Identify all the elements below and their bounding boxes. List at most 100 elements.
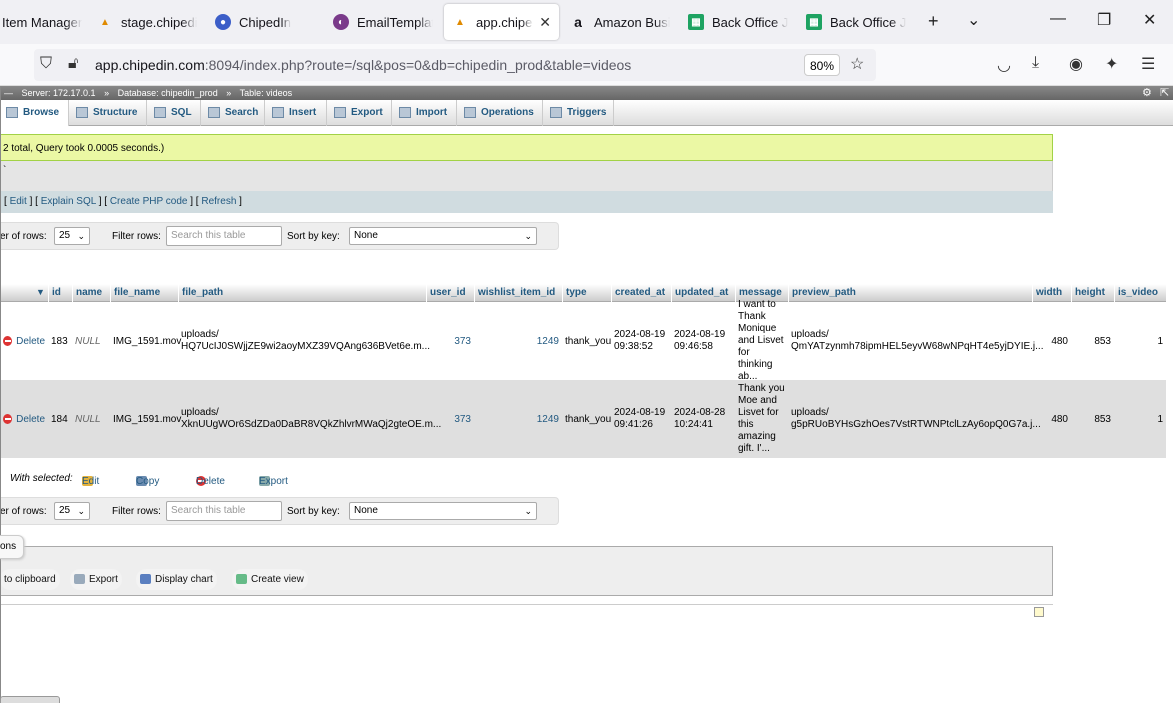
chevron-down-icon: ⌄ [524,506,532,516]
browser-tab-app-chipedin[interactable]: ▲ app.chipedi ✕ [444,4,559,40]
browser-nav-bar: ⛉ 🔓︎ app.chipedin.com:8094/index.php?rou… [0,44,1173,86]
export-results-button[interactable]: Export [70,569,122,590]
col-wishlist-item-id[interactable]: wishlist_item_id [474,284,562,302]
rows-per-page-select[interactable]: 25 ⌄ [54,502,90,520]
sort-arrow-icon[interactable]: ▼ [36,287,45,297]
sql-query-box: ` [0,161,1053,191]
col-updated-at[interactable]: updated_at [671,284,735,302]
close-window-button[interactable]: ✕ [1143,10,1156,30]
tab-search[interactable]: Search [202,100,265,126]
sort-by-key-select[interactable]: None ⌄ [349,227,537,245]
col-file-name[interactable]: file_name [110,284,178,302]
delete-row-button[interactable]: Delete [0,302,48,380]
browser-tab-back-office-2[interactable]: ▦ Back Office Ju [806,4,906,40]
shield-icon[interactable]: ⛉ [40,55,52,73]
cell-updated-at: 2024-08-28 10:24:41 [674,407,726,430]
extensions-icon[interactable]: ✦ [1105,54,1118,74]
col-type[interactable]: type [562,284,611,302]
tab-export[interactable]: Export [328,100,392,126]
gear-icon[interactable]: ⚙ [1142,86,1152,100]
explain-sql-link[interactable]: Explain SQL [41,196,96,207]
tab-sql[interactable]: SQL [148,100,201,126]
insecure-lock-icon[interactable]: 🔓︎ [68,55,78,73]
maximize-button[interactable]: ❐ [1097,10,1111,30]
browser-tab-email-template[interactable]: ◐ EmailTemplate [333,4,433,40]
amazon-icon: a [574,14,582,30]
cell-preview-path: uploads/g5pRUoBYHsGzhOes7VstRTWNPtclLzAy… [791,407,1041,430]
filter-rows-input[interactable]: Search this table [166,501,282,521]
pocket-icon[interactable]: ◡ [997,55,1011,75]
refresh-link[interactable]: Refresh [201,196,236,207]
col-is-video[interactable]: is_video [1114,284,1166,302]
tab-structure[interactable]: Structure [70,100,147,126]
structure-icon [76,106,88,118]
divider [0,86,1,703]
browse-icon [6,106,18,118]
query-results-operations: to clipboard Export Display chart Create… [0,546,1053,596]
address-bar[interactable]: ⛉ 🔓︎ app.chipedin.com:8094/index.php?rou… [34,49,876,81]
table-navigation-bottom: er of rows: 25 ⌄ Filter rows: Search this… [0,497,559,525]
display-chart-button[interactable]: Display chart [136,569,217,590]
tab-browse[interactable]: Browse [0,100,69,126]
cell-wishlist-item-link[interactable]: 1249 [474,380,562,458]
delete-icon [3,336,13,346]
col-file-path[interactable]: file_path [178,284,426,302]
browser-tab-back-office-1[interactable]: ▦ Back Office Ju [688,4,788,40]
breadcrumb-table[interactable]: Table: videos [240,88,293,98]
tab-title: stage.chipedin [121,14,197,30]
tab-triggers[interactable]: Triggers [544,100,614,126]
cell-type: thank_you [565,335,612,347]
col-name[interactable]: name [72,284,110,302]
rows-per-page-select[interactable]: 25 ⌄ [54,227,90,245]
new-tab-button[interactable]: + [928,11,939,32]
minimize-button[interactable]: — [1050,10,1066,28]
collapse-icon[interactable]: — [4,88,13,98]
cell-name: NULL [75,335,101,347]
console-toggle[interactable] [0,696,60,703]
sheets-icon: ▦ [688,14,704,30]
chipedin-icon: ● [215,14,231,30]
collapse-up-icon[interactable]: ⇱ [1160,86,1169,100]
col-user-id[interactable]: user_id [426,284,474,302]
breadcrumb-server[interactable]: Server: 172.17.0.1 [22,88,96,98]
edit-sql-link[interactable]: Edit [10,196,27,207]
col-created-at[interactable]: created_at [611,284,671,302]
zoom-level[interactable]: 80% [804,54,840,76]
cell-message: I want to Thank Monique and Lisvet for think… [738,299,784,382]
close-tab-icon[interactable]: ✕ [539,14,551,31]
tab-title: app.chipedi [476,14,533,30]
col-id[interactable]: id [48,284,71,302]
col-width[interactable]: width [1032,284,1071,302]
results-table-header: ▼ id name file_name file_path user_id wi… [0,284,1166,302]
tab-title: Amazon Busine [594,14,670,30]
cell-updated-at: 2024-08-19 09:46:58 [674,329,726,352]
list-tabs-button[interactable]: ⌄ [967,10,980,30]
create-php-link[interactable]: Create PHP code [110,196,188,207]
query-success-message: 2 total, Query took 0.0005 seconds.) [0,134,1053,161]
tab-operations[interactable]: Operations [458,100,543,126]
console-icon[interactable] [1034,607,1044,617]
copy-to-clipboard-button[interactable]: to clipboard [0,569,60,590]
menu-icon[interactable]: ☰ [1141,54,1155,74]
sort-by-key-select[interactable]: None ⌄ [349,502,537,520]
bookmark-star-icon[interactable]: ☆ [850,54,864,74]
breadcrumb-database[interactable]: Database: chipedin_prod [118,88,218,98]
url-text[interactable]: app.chipedin.com:8094/index.php?route=/s… [95,57,631,73]
create-view-button[interactable]: Create view [232,569,308,590]
col-height[interactable]: height [1071,284,1114,302]
browser-tab-stage[interactable]: ▲ stage.chipedin [97,4,197,40]
col-preview-path[interactable]: preview_path [788,284,1032,302]
tab-insert[interactable]: Insert [266,100,327,126]
tab-import[interactable]: Import [393,100,457,126]
sheets-icon: ▦ [806,14,822,30]
browser-tab-amazon[interactable]: a Amazon Busine [570,4,670,40]
filter-rows-input[interactable]: Search this table [166,226,282,246]
download-icon[interactable]: ⤓ [1032,54,1039,72]
delete-row-button[interactable]: Delete [0,380,48,458]
account-icon[interactable]: ◉ [1069,54,1083,74]
cell-user-id-link[interactable]: 373 [426,302,474,380]
cell-user-id-link[interactable]: 373 [426,380,474,458]
browser-tab-item-manager[interactable]: Item Manager [2,4,82,40]
cell-wishlist-item-link[interactable]: 1249 [474,302,562,380]
browser-tab-chipedin[interactable]: ● ChipedIn [215,4,315,40]
